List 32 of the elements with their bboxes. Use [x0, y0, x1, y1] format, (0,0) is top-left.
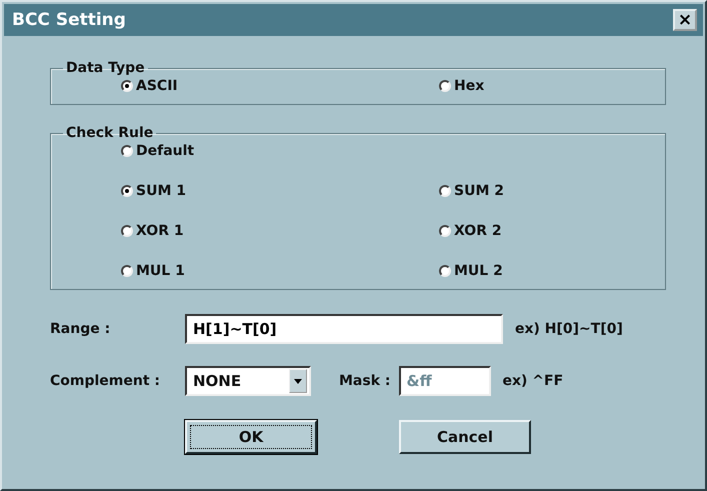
- radio-option[interactable]: XOR 1: [121, 221, 439, 241]
- complement-dropdown[interactable]: NONE: [185, 366, 311, 396]
- radio-option[interactable]: Default: [121, 141, 439, 161]
- caret-icon[interactable]: [289, 369, 307, 393]
- example-hint: ex) H[0]~T[0]: [515, 321, 623, 337]
- group-title: Data Type: [65, 60, 146, 76]
- radio-option[interactable]: SUM 1: [121, 181, 439, 201]
- field-label: Complement :: [50, 373, 162, 389]
- radio-button[interactable]: [121, 225, 133, 237]
- dialog-button[interactable]: Cancel: [399, 420, 531, 454]
- radio-option[interactable]: MUL 1: [121, 261, 439, 281]
- close-button[interactable]: ×: [673, 9, 697, 31]
- radio-option[interactable]: XOR 2: [439, 221, 639, 241]
- radio-button[interactable]: [439, 225, 451, 237]
- range-field[interactable]: H[1]~T[0]: [185, 314, 503, 344]
- radio-button[interactable]: [439, 80, 451, 92]
- radio-option[interactable]: ASCII: [121, 76, 439, 96]
- radio-option[interactable]: SUM 2: [439, 181, 639, 201]
- window-title: BCC Setting: [12, 10, 126, 30]
- radio-button[interactable]: [121, 80, 133, 92]
- example-hint: ex) ^FF: [502, 373, 564, 389]
- radio-button[interactable]: [439, 185, 451, 197]
- radio-option[interactable]: MUL 2: [439, 261, 639, 281]
- group-title: Check Rule: [65, 125, 154, 141]
- radio-button[interactable]: [121, 185, 133, 197]
- field-label: Range :: [50, 321, 112, 337]
- radio-option[interactable]: Hex: [439, 76, 639, 96]
- dialog-button[interactable]: OK: [185, 420, 317, 454]
- radio-button[interactable]: [121, 145, 133, 157]
- radio-button[interactable]: [121, 265, 133, 277]
- radio-button[interactable]: [439, 265, 451, 277]
- field-label: Mask :: [339, 373, 390, 389]
